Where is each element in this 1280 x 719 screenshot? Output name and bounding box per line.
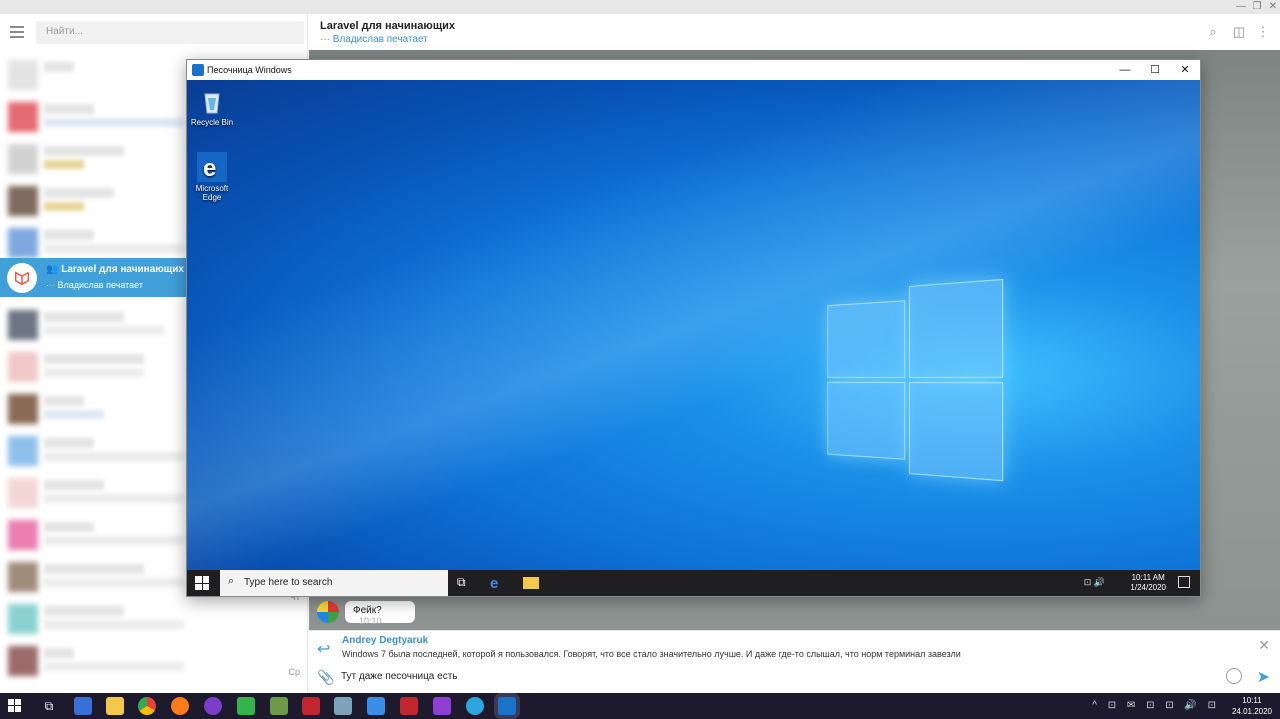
laravel-avatar	[7, 263, 37, 293]
avatar	[8, 520, 38, 550]
chat-header: Laravel для начинающих ··· Владислав печ…	[309, 14, 1280, 50]
recycle-bin-icon	[197, 86, 227, 116]
windows-desktop[interactable]: Recycle Bin e Microsoft Edge	[187, 80, 1200, 570]
chrome-icon[interactable]	[138, 697, 156, 715]
message-time: 10:10	[359, 616, 382, 626]
avatar	[8, 436, 38, 466]
reply-author: Andrey Degtyaruk	[342, 635, 428, 646]
reply-text: Windows 7 была последней, которой я поль…	[342, 649, 961, 659]
windows-sandbox-window[interactable]: Песочница Windows — ☐ ✕ Recycle Bin e Mi…	[186, 59, 1201, 597]
avatar	[8, 562, 38, 592]
telegram-icon[interactable]	[466, 697, 484, 715]
emoji-icon[interactable]	[1226, 668, 1242, 684]
avatar	[8, 144, 38, 174]
avatar	[8, 186, 38, 216]
chat-list-item-active[interactable]: 👥 Laravel для начинающих ··· Владислав п…	[0, 258, 186, 297]
notification-icon[interactable]	[1178, 576, 1190, 588]
phpstorm-icon[interactable]	[433, 697, 451, 715]
windows-logo	[827, 279, 1003, 479]
search-icon: ⌕	[228, 575, 234, 588]
maximize-icon[interactable]: ☐	[1140, 62, 1170, 78]
more-vertical-icon[interactable]: ⋮	[1255, 24, 1271, 40]
message-input[interactable]: Тут даже песочница есть	[341, 671, 458, 682]
file-explorer-icon[interactable]	[106, 697, 124, 715]
save-app-icon[interactable]	[74, 697, 92, 715]
minimize-icon[interactable]: —	[1110, 62, 1140, 78]
avatar	[8, 352, 38, 382]
avatar	[8, 310, 38, 340]
windows-search-input[interactable]: ⌕ Type here to search	[220, 570, 448, 596]
windows-start-icon[interactable]	[195, 576, 209, 590]
reply-preview: ↩ Andrey Degtyaruk Windows 7 была послед…	[309, 630, 1280, 662]
system-tray-icons[interactable]: ⊡ 🔊	[1084, 577, 1105, 588]
task-view-icon[interactable]: ⧉	[40, 697, 58, 715]
typing-status: ··· Владислав печатает	[320, 34, 428, 45]
chat-list-item[interactable]: Чт	[0, 598, 308, 639]
firefox-icon[interactable]	[171, 697, 189, 715]
filezilla-icon[interactable]	[302, 697, 320, 715]
sidebar-toggle-icon[interactable]: ◫	[1231, 24, 1247, 40]
host-clock[interactable]: 10:11 24.01.2020	[1232, 695, 1272, 717]
avatar	[8, 394, 38, 424]
windows-start-icon[interactable]	[8, 699, 21, 712]
reply-arrow-icon: ↩	[317, 639, 330, 659]
search-icon[interactable]: ⌕	[1205, 24, 1221, 40]
group-icon: 👥	[46, 264, 58, 275]
desktop-icon-edge[interactable]: e Microsoft Edge	[187, 152, 237, 202]
xampp-icon[interactable]	[237, 697, 255, 715]
sandbox-titlebar[interactable]: Песочница Windows — ☐ ✕	[187, 60, 1200, 80]
chat-date: Ср	[288, 667, 300, 677]
app-titlebar: — ❐ ✕	[0, 0, 1280, 14]
system-tray-icons[interactable]: ^ ⊡ ✉ ⊡ ⊡ 🔊 ⊡	[1092, 700, 1220, 711]
cloud-app-icon[interactable]	[367, 697, 385, 715]
chat-title[interactable]: Laravel для начинающих	[320, 20, 455, 32]
message-text: Фейк?	[353, 605, 382, 616]
chat-list-item[interactable]: Ср	[0, 640, 308, 681]
typing-status: ··· Владислав печатает	[46, 280, 143, 290]
sandbox-title: Песочница Windows	[207, 65, 292, 75]
message-bubble[interactable]: Фейк?10:10	[345, 601, 415, 623]
svg-text:e: e	[203, 155, 216, 182]
search-input[interactable]: Найти...	[36, 21, 304, 44]
edge-taskbar-icon[interactable]: e	[490, 575, 506, 591]
avatar	[8, 478, 38, 508]
close-reply-icon[interactable]: ✕	[1258, 637, 1270, 654]
android-icon[interactable]	[270, 697, 288, 715]
avatar	[8, 646, 38, 676]
close-icon[interactable]: ✕	[1170, 62, 1200, 78]
avatar	[8, 60, 38, 90]
close-icon[interactable]: ✕	[1264, 0, 1280, 14]
host-taskbar: ⧉ ^ ⊡ ✉ ⊡ ⊡ 🔊 ⊡ 10:11 24.01.2020	[0, 693, 1280, 719]
send-icon[interactable]: ➤	[1257, 667, 1270, 687]
message-composer: 📎 Тут даже песочница есть ➤	[309, 662, 1280, 693]
avatar[interactable]	[317, 601, 339, 623]
task-view-icon[interactable]: ⧉	[457, 575, 473, 591]
hamburger-menu-icon[interactable]	[10, 26, 24, 38]
chat-title: 👥 Laravel для начинающих	[46, 264, 184, 275]
avatar	[8, 228, 38, 258]
avatar	[8, 604, 38, 634]
edge-icon: e	[197, 152, 227, 182]
sandbox-icon	[192, 64, 204, 76]
file-explorer-icon[interactable]	[523, 577, 539, 589]
avatar	[8, 102, 38, 132]
attach-icon[interactable]: 📎	[317, 669, 334, 686]
sandbox-clock[interactable]: 10:11 AM 1/24/2020	[1130, 573, 1166, 593]
sandbox-taskbar: ⌕ Type here to search ⧉ e ⊡ 🔊 10:11 AM 1…	[187, 570, 1200, 596]
tor-icon[interactable]	[204, 697, 222, 715]
desktop-icon-recycle-bin[interactable]: Recycle Bin	[187, 86, 237, 127]
sandbox-taskbar-icon[interactable]	[498, 697, 516, 715]
rubymine-icon[interactable]	[400, 697, 418, 715]
image-viewer-icon[interactable]	[334, 697, 352, 715]
